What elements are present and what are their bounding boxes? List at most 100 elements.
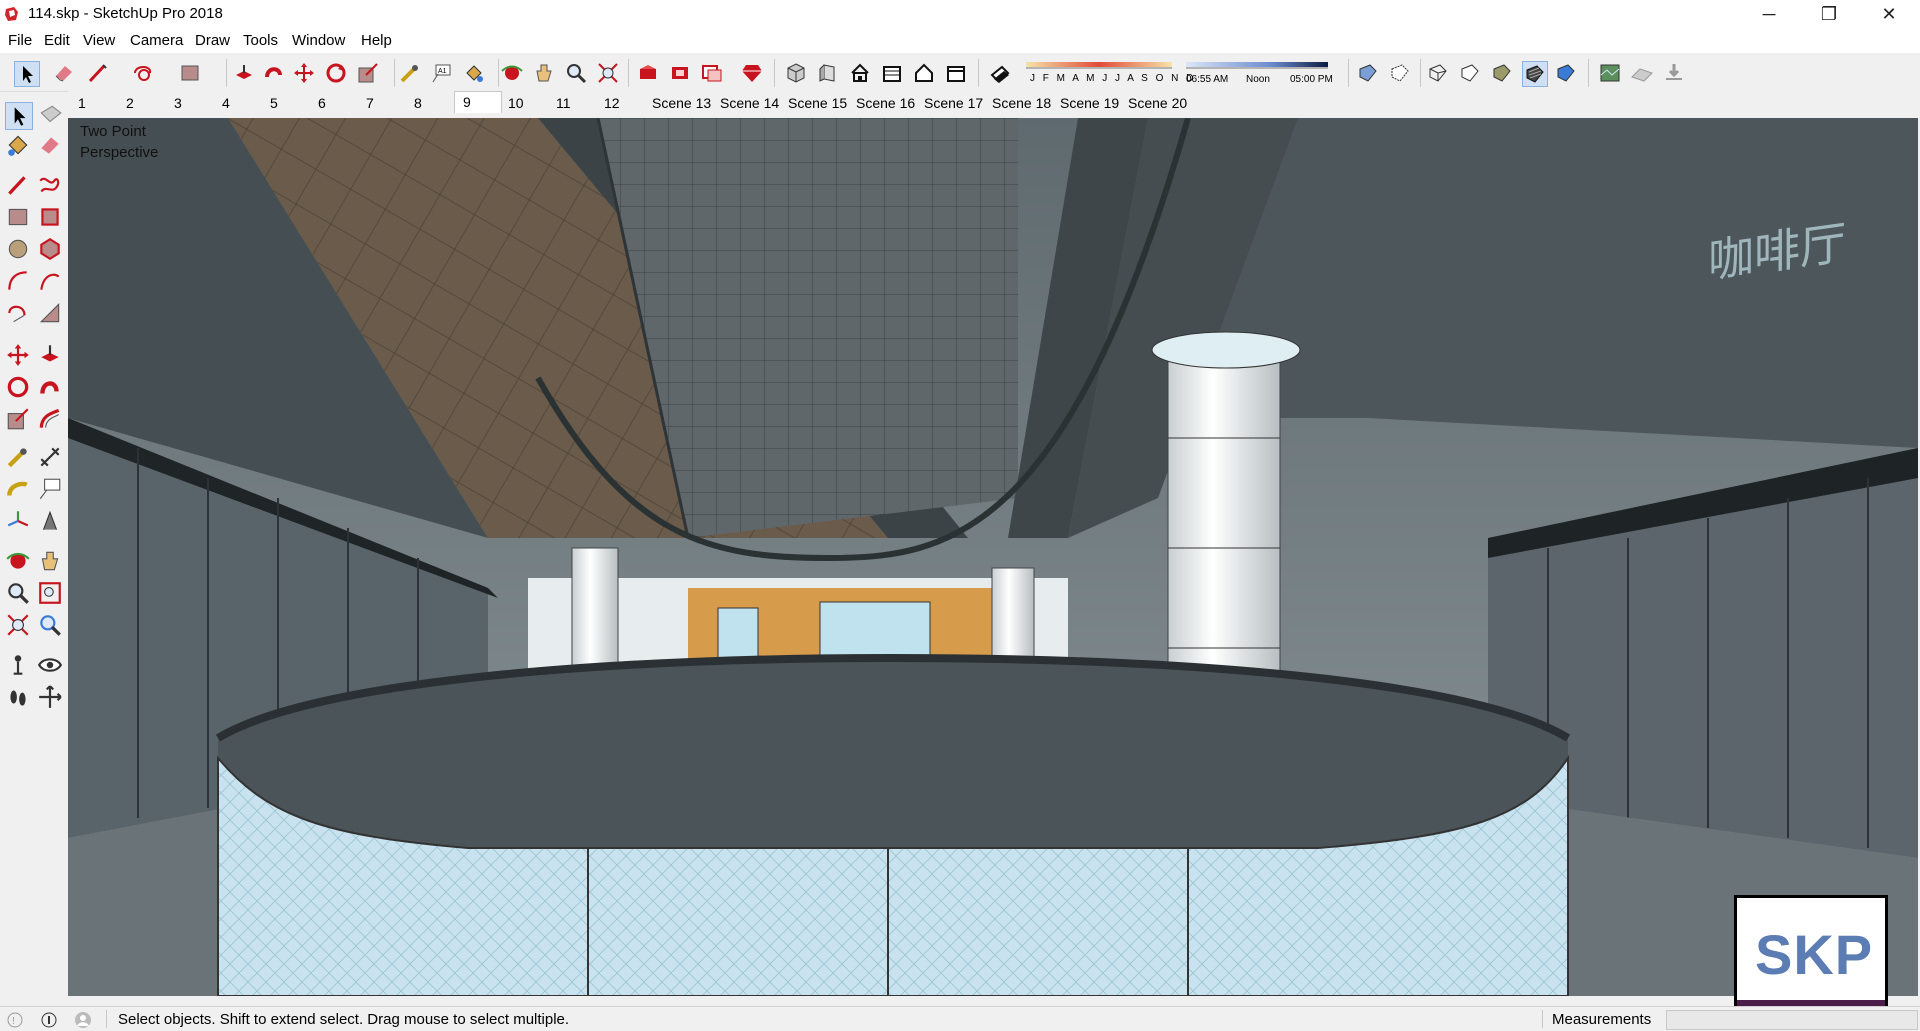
front-view-icon[interactable]	[848, 61, 872, 85]
scene-tab-6[interactable]: 6	[314, 93, 330, 114]
zoom-window-icon[interactable]	[37, 580, 63, 606]
orbit-icon[interactable]	[5, 548, 31, 574]
menu-tools[interactable]: Tools	[243, 32, 278, 49]
3d-warehouse-icon[interactable]	[636, 61, 660, 85]
hidden-line-icon[interactable]	[1458, 61, 1482, 85]
move-icon[interactable]	[5, 342, 31, 368]
restore-button[interactable]: ❐	[1806, 0, 1852, 29]
scene-tab-15[interactable]: Scene 15	[784, 93, 851, 114]
push-pull-icon[interactable]	[37, 342, 63, 368]
position-camera-icon[interactable]	[5, 652, 31, 678]
rotate-icon[interactable]	[324, 61, 348, 85]
back-view-icon[interactable]	[912, 61, 936, 85]
push-pull-icon[interactable]	[232, 61, 256, 85]
geolocation-icon[interactable]: !	[6, 1011, 24, 1029]
select-icon[interactable]	[14, 61, 40, 87]
arc-icon[interactable]	[5, 268, 31, 294]
previous-view-icon[interactable]	[37, 612, 63, 638]
follow-me-icon[interactable]	[262, 61, 286, 85]
freehand-icon[interactable]	[37, 172, 63, 198]
select-icon[interactable]	[5, 102, 33, 130]
rotated-rectangle-icon[interactable]	[37, 204, 63, 230]
shape-icon[interactable]	[132, 61, 156, 85]
scene-tab-5[interactable]: 5	[266, 93, 282, 114]
shaded-textures-icon[interactable]	[1522, 61, 1548, 87]
zoom-icon[interactable]	[564, 61, 588, 85]
shaded-icon[interactable]	[1490, 61, 1514, 85]
scene-tab-20[interactable]: Scene 20	[1124, 93, 1191, 114]
top-view-icon[interactable]	[816, 61, 840, 85]
scene-tab-1[interactable]: 1	[74, 93, 90, 114]
sandbox-drape-icon[interactable]	[1662, 61, 1686, 85]
protractor-icon[interactable]	[5, 476, 31, 502]
scale-icon[interactable]	[5, 406, 31, 432]
ruby-icon[interactable]	[740, 61, 764, 85]
scene-tab-8[interactable]: 8	[410, 93, 426, 114]
scene-tab-4[interactable]: 4	[218, 93, 234, 114]
user-account-icon[interactable]	[74, 1011, 92, 1029]
paint-bucket-icon[interactable]	[462, 61, 486, 85]
model-viewport[interactable]: 咖啡厅	[68, 118, 1918, 996]
scene-tab-13[interactable]: Scene 13	[648, 93, 715, 114]
3d-text-icon[interactable]	[37, 508, 63, 534]
shadows-toggle-icon[interactable]	[988, 61, 1012, 85]
line-icon[interactable]	[5, 172, 31, 198]
scene-tab-2[interactable]: 2	[122, 93, 138, 114]
eraser-icon[interactable]	[37, 132, 63, 158]
move-icon[interactable]	[292, 61, 316, 85]
dimension-icon[interactable]	[37, 444, 63, 470]
scene-tab-14[interactable]: Scene 14	[716, 93, 783, 114]
circle-icon[interactable]	[5, 236, 31, 262]
credits-icon[interactable]	[40, 1011, 58, 1029]
scene-tab-16[interactable]: Scene 16	[852, 93, 919, 114]
orbit-icon[interactable]	[500, 61, 524, 85]
sandbox-icon[interactable]	[1630, 61, 1654, 85]
offset-icon[interactable]	[37, 406, 63, 432]
three-point-arc-icon[interactable]	[5, 300, 31, 326]
wireframe-icon[interactable]	[1426, 61, 1450, 85]
text-icon[interactable]: A1	[430, 61, 454, 85]
zoom-extents-icon[interactable]	[596, 61, 620, 85]
scene-tab-18[interactable]: Scene 18	[988, 93, 1055, 114]
right-view-icon[interactable]	[880, 61, 904, 85]
menu-window[interactable]: Window	[292, 32, 345, 49]
photo-textures-icon[interactable]	[1598, 61, 1622, 85]
menu-edit[interactable]: Edit	[44, 32, 70, 49]
tape-measure-icon[interactable]	[5, 444, 31, 470]
left-view-icon[interactable]	[944, 61, 968, 85]
menu-view[interactable]: View	[83, 32, 115, 49]
paint-bucket-icon[interactable]	[5, 132, 31, 158]
polygon-icon[interactable]	[37, 236, 63, 262]
pan-icon[interactable]	[37, 548, 63, 574]
eraser-icon[interactable]	[52, 61, 76, 85]
back-edges-icon[interactable]	[1388, 61, 1412, 85]
scene-tab-7[interactable]: 7	[362, 93, 378, 114]
menu-file[interactable]: File	[8, 32, 32, 49]
monochrome-icon[interactable]	[1554, 61, 1578, 85]
menu-draw[interactable]: Draw	[195, 32, 230, 49]
line-icon[interactable]	[86, 61, 110, 85]
scene-tab-3[interactable]: 3	[170, 93, 186, 114]
layout-icon[interactable]	[700, 61, 724, 85]
walk-icon[interactable]	[5, 684, 31, 710]
scene-tab-10[interactable]: 10	[504, 93, 528, 114]
scene-tab-17[interactable]: Scene 17	[920, 93, 987, 114]
menu-camera[interactable]: Camera	[130, 32, 183, 49]
scene-tab-9[interactable]: 9	[454, 91, 502, 113]
zoom-icon[interactable]	[5, 580, 31, 606]
scale-icon[interactable]	[356, 61, 380, 85]
scene-tab-19[interactable]: Scene 19	[1056, 93, 1123, 114]
two-point-arc-icon[interactable]	[37, 268, 63, 294]
rectangle-icon[interactable]	[5, 204, 31, 230]
extension-warehouse-icon[interactable]	[668, 61, 692, 85]
iso-view-icon[interactable]	[784, 61, 808, 85]
follow-me-icon[interactable]	[37, 374, 63, 400]
zoom-extents-icon[interactable]	[5, 612, 31, 638]
text-icon[interactable]	[37, 476, 63, 502]
scene-tab-12[interactable]: 12	[600, 93, 624, 114]
xray-icon[interactable]	[1356, 61, 1380, 85]
look-around-icon[interactable]	[37, 652, 63, 678]
close-button[interactable]: ✕	[1866, 0, 1912, 29]
rectangle-icon[interactable]	[178, 61, 202, 85]
make-component-icon[interactable]	[37, 102, 63, 128]
